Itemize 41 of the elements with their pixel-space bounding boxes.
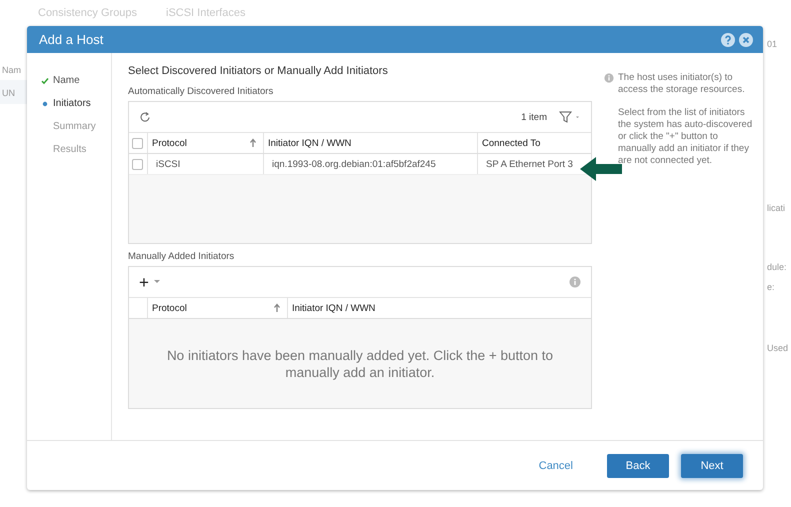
background-text: 01 (767, 39, 778, 49)
filter-icon[interactable] (559, 111, 581, 123)
row-checkbox[interactable] (132, 158, 143, 170)
item-count: 1 item (521, 112, 547, 122)
background-text: Nam (2, 65, 22, 75)
check-icon (41, 76, 49, 84)
sort-arrow-icon (273, 303, 281, 313)
help-icon[interactable] (721, 32, 735, 46)
table-label: Manually Added Initiators (128, 251, 236, 262)
select-all-checkbox[interactable] (132, 138, 143, 148)
background-text: licati (767, 203, 786, 213)
info-icon[interactable] (569, 276, 581, 288)
table-label: Automatically Discovered Initiators (128, 86, 274, 97)
column-header[interactable]: Initiator IQN / WWN (263, 133, 477, 153)
wizard-button[interactable]: Back (607, 454, 669, 478)
background-text: dule: (767, 262, 787, 272)
column-header[interactable]: Protocol (147, 133, 263, 153)
table-cell: iSCSI (147, 154, 263, 174)
column-header[interactable]: Protocol (147, 298, 287, 318)
cancel-link[interactable]: Cancel (532, 454, 579, 478)
background-text: e: (767, 282, 775, 292)
add-button[interactable]: + (139, 274, 149, 290)
help-text: Select from the list of initiators the system has auto-discovered or click the "+" button to manually add an initiator if they are not connected yet. (618, 107, 753, 167)
wizard-button[interactable]: Next (681, 454, 743, 478)
background-text: Used (767, 343, 788, 353)
wizard-step[interactable]: Initiators (27, 92, 111, 115)
help-text: The host uses initiator(s) to access the storage resources. (618, 72, 746, 96)
bullet-icon (41, 100, 49, 108)
section-heading: Select Discovered Initiators or Manually Add Initiators (128, 65, 389, 77)
column-header[interactable]: Initiator IQN / WWN (287, 298, 591, 318)
close-icon[interactable] (739, 32, 753, 46)
background-text: UN (2, 88, 15, 98)
caret-icon[interactable] (154, 280, 160, 284)
column-header[interactable]: Connected To (477, 133, 591, 153)
refresh-icon[interactable] (139, 111, 151, 123)
info-icon (604, 73, 614, 83)
table-cell: iqn.1993-08.org.debian:01:af5bf2af245 (263, 154, 477, 174)
wizard-step[interactable]: Name (27, 69, 111, 92)
empty-message: No initiators have been manually added yet. Click the + button to manually add an initiator. (166, 346, 554, 380)
dialog-title: Add a Host (39, 32, 104, 47)
sort-arrow-icon (249, 138, 257, 148)
